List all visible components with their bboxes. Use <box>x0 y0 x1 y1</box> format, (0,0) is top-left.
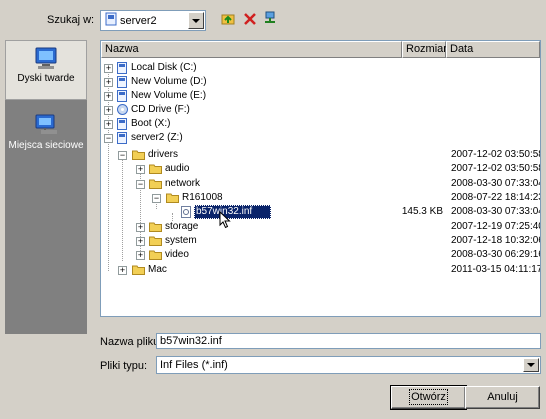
filename-label: Nazwa pliku: <box>100 336 163 348</box>
item-date: 2008-03-30 07:33:04 <box>451 206 541 217</box>
list-item[interactable]: − network 2008-03-30 07:33:04 <box>101 177 540 191</box>
filetype-combo[interactable]: Inf Files (*.inf) <box>156 356 541 374</box>
list-item[interactable]: + audio 2007-12-02 03:50:58 <box>101 162 540 176</box>
list-item[interactable]: + CD Drive (F:) <box>101 103 540 117</box>
filename-input[interactable]: b57win32.inf <box>156 333 541 349</box>
item-size: 145.3 KB <box>401 206 443 217</box>
item-name: network <box>165 178 201 189</box>
item-date: 2007-12-02 03:50:58 <box>451 163 541 174</box>
network-drive-icon <box>105 12 117 29</box>
look-in-combo[interactable]: server2 <box>100 10 206 31</box>
item-date: 2011-03-15 04:11:17 <box>451 264 541 275</box>
expand-icon[interactable]: + <box>104 92 113 101</box>
places-bar: Dyski twarde Miejsca sieciowe <box>5 40 87 334</box>
item-name: R161008 <box>182 192 223 203</box>
filetype-label: Pliki typu: <box>100 360 148 372</box>
cancel-button[interactable]: Anuluj <box>465 386 540 409</box>
list-header: Nazwa Rozmiar Data <box>101 41 540 58</box>
list-item[interactable]: + Boot (X:) <box>101 117 540 131</box>
item-name: Mac <box>148 264 167 275</box>
file-list[interactable]: Nazwa Rozmiar Data + Local Disk (C:) + N… <box>100 40 541 317</box>
expand-icon[interactable]: + <box>104 120 113 129</box>
item-date: 2008-07-22 18:14:23 <box>451 192 541 203</box>
item-date: 2007-12-02 03:50:58 <box>451 149 541 160</box>
network-drive-icon <box>117 132 127 149</box>
collapse-icon[interactable]: − <box>152 194 161 203</box>
expand-icon[interactable]: + <box>136 165 145 174</box>
item-name: New Volume (D:) <box>131 76 207 87</box>
item-date: 2007-12-19 07:25:40 <box>451 221 541 232</box>
place-label: Dyski twarde <box>17 73 75 84</box>
item-name: CD Drive (F:) <box>131 104 190 115</box>
map-network-drive-icon[interactable] <box>263 11 277 29</box>
expand-icon[interactable]: + <box>136 237 145 246</box>
list-item[interactable]: + video 2008-03-30 06:29:16 <box>101 248 540 262</box>
list-item[interactable]: + New Volume (E:) <box>101 89 540 103</box>
list-item[interactable]: + system 2007-12-18 10:32:06 <box>101 234 540 248</box>
delete-icon[interactable] <box>243 12 257 29</box>
item-name: storage <box>165 221 199 232</box>
network-places-icon <box>35 114 57 134</box>
column-name[interactable]: Nazwa <box>101 41 402 58</box>
collapse-icon[interactable]: − <box>118 151 127 160</box>
list-item-selected[interactable]: b57win32.inf 145.3 KB 2008-03-30 07:33:0… <box>101 205 540 219</box>
list-item[interactable]: + Local Disk (C:) <box>101 61 540 75</box>
expand-icon[interactable]: + <box>118 266 127 275</box>
item-name: New Volume (E:) <box>131 90 207 101</box>
list-item[interactable]: − server2 (Z:) <box>101 131 540 145</box>
column-size[interactable]: Rozmiar <box>402 41 447 58</box>
expand-icon[interactable]: + <box>104 64 113 73</box>
up-folder-icon[interactable] <box>221 12 235 29</box>
mouse-cursor-icon <box>219 210 231 232</box>
collapse-icon[interactable]: − <box>104 134 113 143</box>
expand-icon[interactable]: + <box>104 78 113 87</box>
item-date: 2008-03-30 06:29:16 <box>451 249 541 260</box>
filetype-value: Inf Files (*.inf) <box>160 359 228 371</box>
place-network[interactable]: Miejsca sieciowe <box>5 114 87 174</box>
expand-icon[interactable]: + <box>104 106 113 115</box>
folder-icon <box>132 264 145 280</box>
item-name: drivers <box>148 149 179 160</box>
item-name: audio <box>165 163 190 174</box>
chevron-down-icon[interactable] <box>523 358 539 372</box>
open-button[interactable]: Otwórz <box>390 385 467 410</box>
expand-icon[interactable]: + <box>136 223 145 232</box>
item-name: Local Disk (C:) <box>131 62 197 73</box>
item-name: video <box>165 249 189 260</box>
list-item[interactable]: + storage 2007-12-19 07:25:40 <box>101 220 540 234</box>
item-name: server2 (Z:) <box>131 132 183 143</box>
computer-icon <box>35 47 57 69</box>
item-date: 2008-03-30 07:33:04 <box>451 178 541 189</box>
column-date[interactable]: Data <box>446 41 540 58</box>
collapse-icon[interactable]: − <box>136 180 145 189</box>
list-item[interactable]: − drivers 2007-12-02 03:50:58 <box>101 148 540 162</box>
place-hard-drives[interactable]: Dyski twarde <box>5 40 87 100</box>
list-item[interactable]: − R161008 2008-07-22 18:14:23 <box>101 191 540 205</box>
list-item[interactable]: + Mac 2011-03-15 04:11:17 <box>101 263 540 277</box>
list-item[interactable]: + New Volume (D:) <box>101 75 540 89</box>
place-label: Miejsca sieciowe <box>8 140 84 151</box>
item-name: Boot (X:) <box>131 118 171 129</box>
chevron-down-icon[interactable] <box>188 12 204 29</box>
look-in-value: server2 <box>120 14 157 27</box>
expand-icon[interactable]: + <box>136 251 145 260</box>
item-name: system <box>165 235 197 246</box>
look-in-label: Szukaj w: <box>47 14 95 26</box>
item-name: b57win32.inf <box>194 205 271 219</box>
item-date: 2007-12-18 10:32:06 <box>451 235 541 246</box>
